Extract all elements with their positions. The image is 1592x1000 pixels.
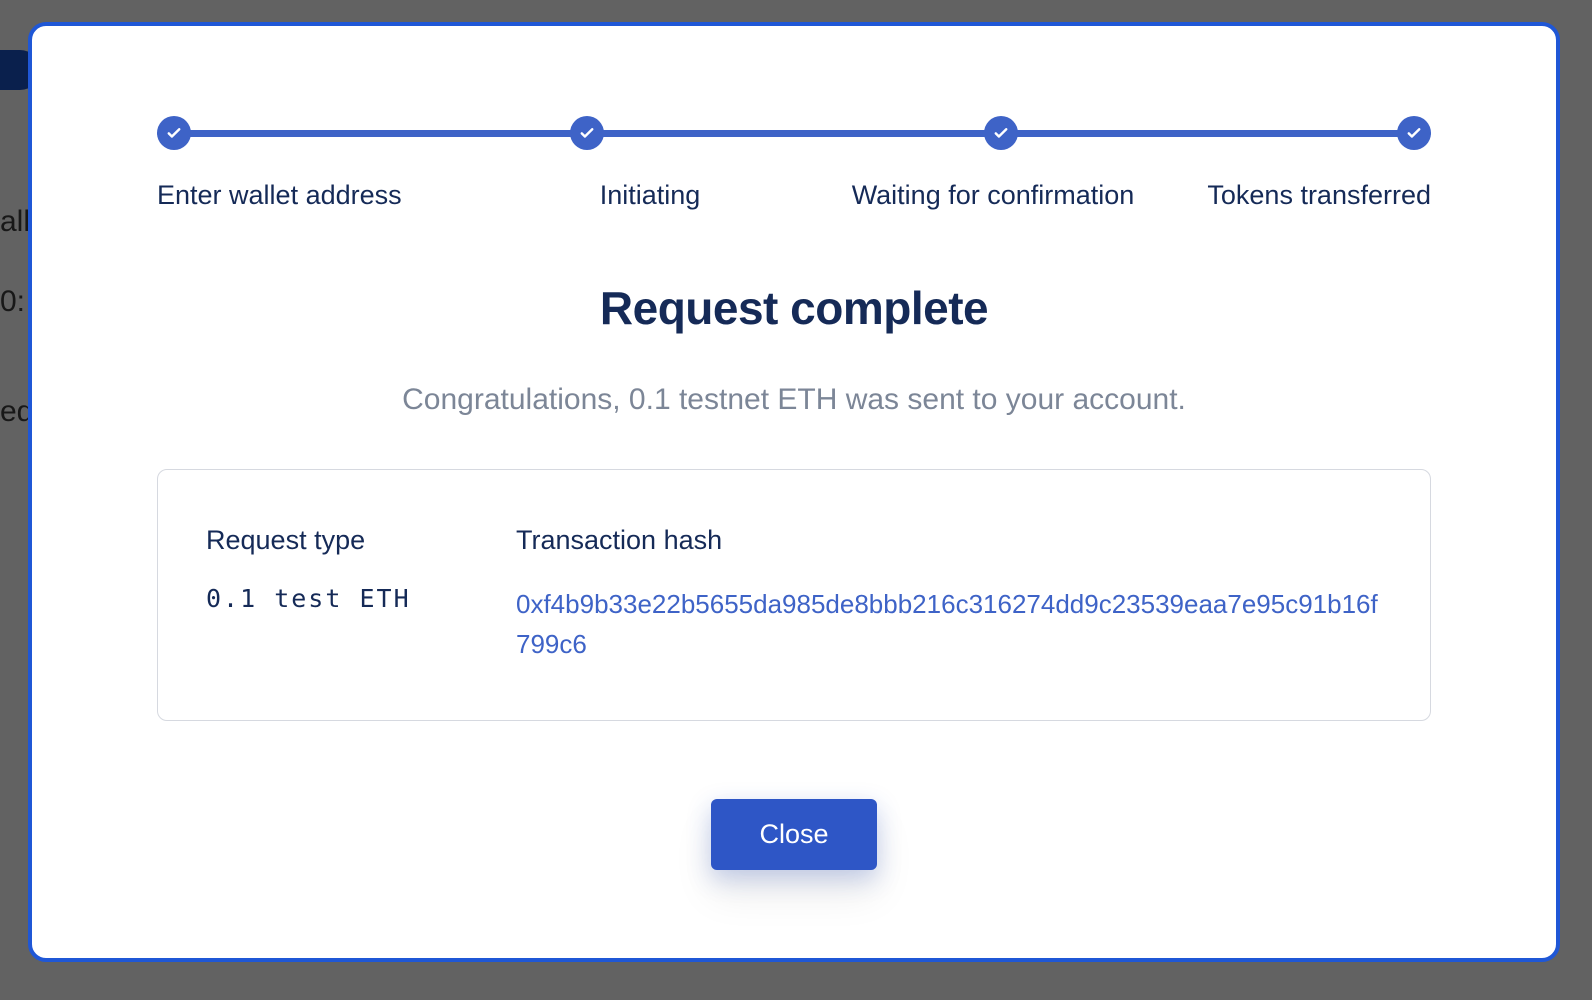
modal-title: Request complete (157, 281, 1431, 335)
request-type-label: Request type (206, 525, 456, 556)
transaction-hash-label: Transaction hash (516, 525, 1382, 556)
stepper-labels: Enter wallet address Initiating Waiting … (157, 180, 1431, 211)
close-button[interactable]: Close (711, 799, 876, 870)
step-dot-3 (984, 116, 1018, 150)
request-complete-modal: Enter wallet address Initiating Waiting … (28, 22, 1560, 962)
step-label-waiting: Waiting for confirmation (833, 180, 1153, 211)
check-icon (165, 124, 183, 142)
request-type-column: Request type 0.1 test ETH (206, 525, 456, 665)
modal-subtitle: Congratulations, 0.1 testnet ETH was sen… (157, 383, 1431, 417)
step-label-initiating: Initiating (525, 180, 775, 211)
check-icon (1405, 124, 1423, 142)
progress-stepper: Enter wallet address Initiating Waiting … (157, 116, 1431, 226)
step-label-transferred: Tokens transferred (1181, 180, 1431, 211)
transaction-hash-link[interactable]: 0xf4b9b33e22b5655da985de8bbb216c316274dd… (516, 589, 1378, 659)
transaction-hash-column: Transaction hash 0xf4b9b33e22b5655da985d… (516, 525, 1382, 665)
check-icon (578, 124, 596, 142)
request-type-value: 0.1 test ETH (206, 584, 456, 613)
step-dot-4 (1397, 116, 1431, 150)
modal-actions: Close (157, 799, 1431, 870)
step-label-enter-wallet: Enter wallet address (157, 180, 407, 211)
step-dot-1 (157, 116, 191, 150)
step-dot-2 (570, 116, 604, 150)
stepper-dots (157, 116, 1431, 150)
transaction-details-box: Request type 0.1 test ETH Transaction ha… (157, 469, 1431, 721)
check-icon (992, 124, 1010, 142)
